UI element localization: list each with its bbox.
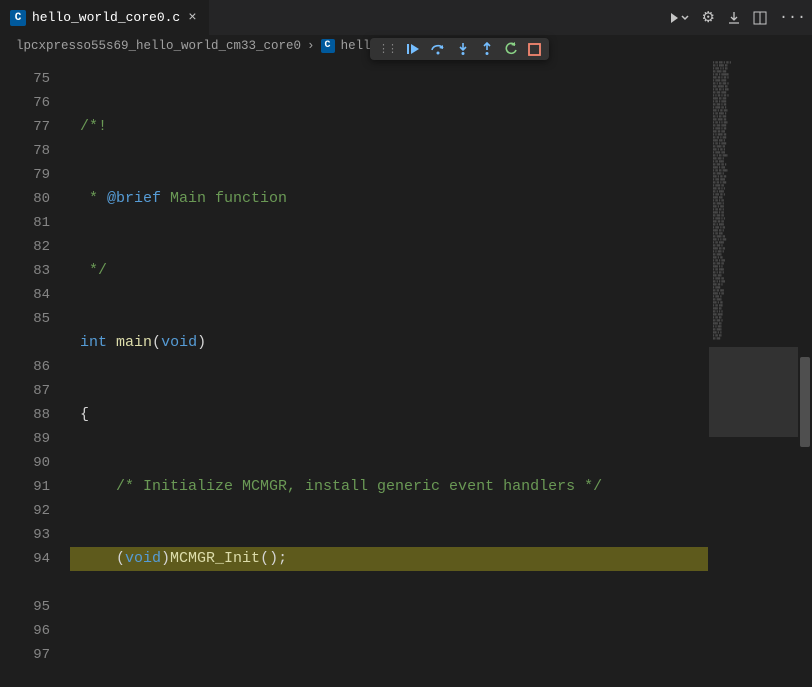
minimap-content: █ ██ ███ █ ██ ███ █ ████ ███ ███ █ █ ███…	[713, 61, 794, 340]
line-number: 86	[0, 355, 70, 379]
c-file-icon: C	[10, 10, 26, 26]
line-number: D 81	[0, 211, 70, 235]
code-line: /*!	[70, 115, 708, 139]
step-over-button[interactable]	[430, 42, 446, 56]
run-config-button[interactable]	[670, 11, 690, 25]
vertical-scrollbar[interactable]	[798, 57, 812, 687]
step-into-button[interactable]	[456, 42, 470, 56]
code-line-current: (void)MCMGR_Init();	[70, 547, 708, 571]
tab-bar: C hello_world_core0.c × ⚙ ···	[0, 0, 812, 35]
line-number: 90	[0, 451, 70, 475]
line-number	[0, 331, 70, 355]
line-number: 83	[0, 259, 70, 283]
breadcrumb-seg1[interactable]: lpcxpresso55s69_hello_world_cm33_core0	[16, 39, 301, 53]
line-number	[0, 571, 70, 595]
line-number: 88	[0, 403, 70, 427]
editor-actions: ⚙ ···	[670, 0, 806, 35]
line-number-gutter: 75 76 77 78 79 80 D 81 82 83 84 85 86 87…	[0, 57, 70, 687]
line-number: 76	[0, 91, 70, 115]
line-number: 92	[0, 499, 70, 523]
code-line: int main(void)	[70, 331, 708, 355]
line-number: 87	[0, 379, 70, 403]
continue-button[interactable]	[406, 42, 420, 56]
debug-toolbar[interactable]: ⋮⋮	[370, 38, 549, 60]
step-out-button[interactable]	[480, 42, 494, 56]
code-line: * @brief Main function	[70, 187, 708, 211]
download-icon[interactable]	[727, 11, 741, 25]
restart-button[interactable]	[504, 42, 518, 56]
line-number: 84	[0, 283, 70, 307]
line-number	[0, 667, 70, 687]
code-line	[70, 619, 708, 643]
line-number: 85	[0, 307, 70, 331]
gear-icon[interactable]: ⚙	[702, 8, 715, 27]
scrollbar-thumb[interactable]	[800, 357, 810, 447]
line-number: 96	[0, 619, 70, 643]
line-number: 79	[0, 163, 70, 187]
close-icon[interactable]: ×	[186, 10, 198, 26]
line-number: 89	[0, 427, 70, 451]
code-line: */	[70, 259, 708, 283]
editor-tab-active[interactable]: C hello_world_core0.c ×	[0, 0, 210, 35]
line-number: 77	[0, 115, 70, 139]
line-number: 94	[0, 547, 70, 571]
tab-filename: hello_world_core0.c	[32, 10, 180, 25]
line-number: 97	[0, 643, 70, 667]
line-number: 75	[0, 67, 70, 91]
minimap[interactable]: █ ██ ███ █ ██ ███ █ ████ ███ ███ █ █ ███…	[708, 57, 798, 687]
line-number: 93	[0, 523, 70, 547]
code-line: {	[70, 403, 708, 427]
code-area[interactable]: /*! * @brief Main function */ int main(v…	[70, 57, 708, 687]
more-actions-icon[interactable]: ···	[779, 9, 806, 26]
c-file-icon: C	[321, 39, 335, 53]
line-number: 82	[0, 235, 70, 259]
split-editor-icon[interactable]	[753, 11, 767, 25]
minimap-viewport[interactable]	[709, 347, 798, 437]
drag-handle-icon[interactable]: ⋮⋮	[378, 42, 396, 56]
line-number: 95	[0, 595, 70, 619]
line-number: 78	[0, 139, 70, 163]
code-line: /* Initialize MCMGR, install generic eve…	[70, 475, 708, 499]
editor-body: 75 76 77 78 79 80 D 81 82 83 84 85 86 87…	[0, 57, 812, 687]
line-number: 91	[0, 475, 70, 499]
chevron-right-icon: ›	[307, 39, 315, 53]
line-number: 80	[0, 187, 70, 211]
stop-button[interactable]	[528, 43, 541, 56]
